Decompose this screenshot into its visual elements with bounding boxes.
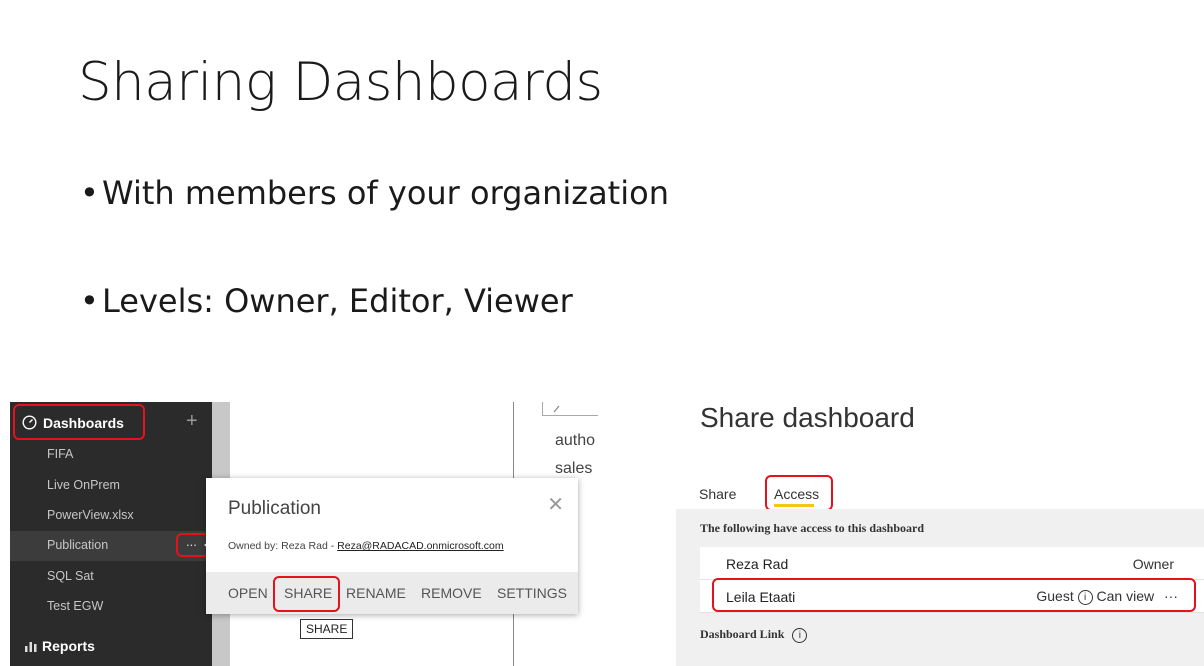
bullet-2: •Levels: Owner, Editor, Viewer	[80, 282, 573, 320]
list-item[interactable]: sales	[555, 460, 592, 478]
tab-share[interactable]: Share	[699, 486, 736, 502]
highlight-dashboards	[13, 404, 145, 440]
owner-email-link[interactable]: Reza@RADACAD.onmicrosoft.com	[337, 540, 503, 552]
table-row: Reza Rad Owner	[700, 547, 1204, 580]
highlight-leila-row	[712, 578, 1196, 612]
slide-title: Sharing Dashboards	[78, 52, 603, 113]
popup-owner-line: Owned by: Reza Rad - Reza@RADACAD.onmicr…	[228, 540, 504, 552]
sidebar-item-powerview[interactable]: PowerView.xlsx	[47, 508, 134, 522]
info-icon[interactable]: i	[792, 627, 808, 643]
dashboard-link-heading: Dashboard Link i	[700, 627, 808, 643]
sidebar-item-publication[interactable]: Publication	[47, 538, 108, 552]
settings-button[interactable]: SETTINGS	[497, 585, 567, 601]
sidebar-section-reports[interactable]: Reports	[42, 638, 95, 654]
open-button[interactable]: OPEN	[228, 585, 268, 601]
bullet-1-text: With members of your organization	[102, 174, 669, 212]
rename-button[interactable]: RENAME	[346, 585, 406, 601]
highlight-access-tab	[765, 475, 833, 511]
reports-chart-icon	[25, 642, 37, 652]
share-dashboard-title: Share dashboard	[700, 402, 915, 433]
access-heading: The following have access to this dashbo…	[700, 521, 925, 535]
dashboard-link-label: Dashboard Link	[700, 627, 785, 641]
sidebar-item-test-egw[interactable]: Test EGW	[47, 599, 103, 613]
share-tooltip: SHARE	[300, 619, 354, 639]
sidebar-item-live-onprem[interactable]: Live OnPrem	[47, 478, 120, 492]
list-item[interactable]: autho	[555, 432, 595, 450]
access-panel: The following have access to this dashbo…	[676, 509, 1204, 666]
bullet-2-text: Levels: Owner, Editor, Viewer	[102, 282, 573, 320]
user-name: Reza Rad	[726, 556, 789, 572]
remove-button[interactable]: REMOVE	[421, 585, 482, 601]
owned-by-label: Owned by: Reza Rad -	[228, 540, 338, 552]
search-icon	[553, 405, 560, 413]
add-dashboard-icon[interactable]: +	[186, 410, 198, 433]
popup-actions-bar: OPEN SHARE RENAME REMOVE SETTINGS	[206, 572, 578, 614]
sidebar-item-sql-sat[interactable]: SQL Sat	[47, 569, 94, 583]
user-role: Owner	[1132, 556, 1174, 572]
publication-popup: Publication ✕ Owned by: Reza Rad - Reza@…	[206, 478, 578, 614]
sidebar: Dashboards + FIFA Live OnPrem PowerView.…	[10, 402, 212, 666]
close-icon[interactable]: ✕	[547, 492, 564, 517]
popup-title: Publication	[228, 498, 321, 519]
highlight-share	[273, 576, 340, 612]
search-box[interactable]	[542, 402, 598, 416]
bullet-1: •With members of your organization	[80, 174, 669, 212]
sidebar-item-fifa[interactable]: FIFA	[47, 447, 73, 461]
